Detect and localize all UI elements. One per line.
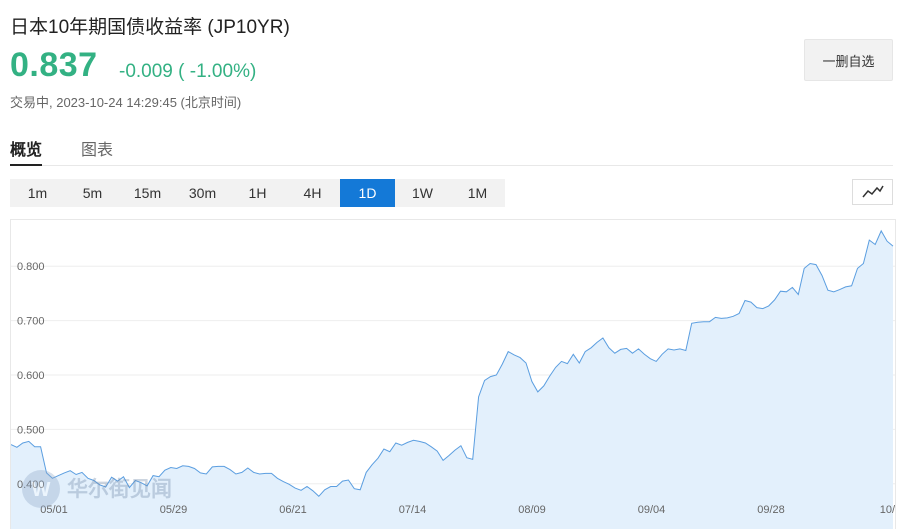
period-1h[interactable]: 1H — [230, 179, 285, 207]
line-chart-icon — [861, 185, 884, 198]
y-tick-label: 0.700 — [17, 316, 45, 328]
x-tick-label: 09/28 — [757, 504, 785, 516]
x-tick-label: 07/14 — [399, 504, 427, 516]
price-chart[interactable]: 0.4000.5000.6000.7000.800 05/0105/2906/2… — [10, 219, 896, 529]
y-tick-label: 0.500 — [17, 424, 45, 436]
period-1mo[interactable]: 1M — [450, 179, 505, 207]
tab-chart[interactable]: 图表 — [81, 136, 113, 160]
watermark-w-glyph: W — [32, 479, 51, 501]
x-tick-label: 05/29 — [160, 504, 188, 516]
period-1w[interactable]: 1W — [395, 179, 450, 207]
period-5m[interactable]: 5m — [65, 179, 120, 207]
period-15m[interactable]: 15m — [120, 179, 175, 207]
x-tick-label: 10/2 — [880, 504, 896, 516]
period-30m[interactable]: 30m — [175, 179, 230, 207]
page-title: 日本10年期国债收益率 (JP10YR) — [10, 17, 290, 38]
price-chart-svg: 0.4000.5000.6000.7000.800 05/0105/2906/2… — [11, 229, 896, 529]
price-change: -0.009 ( -1.00%) — [119, 61, 257, 82]
period-1m[interactable]: 1m — [10, 179, 65, 207]
period-selector: 1m 5m 15m 30m 1H 4H 1D 1W 1M — [10, 179, 505, 207]
period-1d[interactable]: 1D — [340, 179, 395, 207]
y-tick-label: 0.600 — [17, 370, 45, 382]
tab-overview[interactable]: 概览 — [10, 136, 43, 166]
watermark-text: 华尔街见闻 — [67, 477, 172, 501]
x-tick-label: 09/04 — [638, 504, 666, 516]
tab-bar: 概览 图表 — [10, 133, 893, 166]
period-4h[interactable]: 4H — [285, 179, 340, 207]
current-price: 0.837 — [10, 46, 98, 84]
x-tick-label: 08/09 — [518, 504, 546, 516]
y-tick-label: 0.800 — [17, 261, 45, 273]
remove-watchlist-button[interactable]: 一删自选 — [804, 39, 893, 81]
x-tick-label: 06/21 — [279, 504, 307, 516]
chart-type-button[interactable] — [852, 179, 893, 205]
trading-status: 交易中, 2023-10-24 14:29:45 (北京时间) — [10, 95, 242, 110]
